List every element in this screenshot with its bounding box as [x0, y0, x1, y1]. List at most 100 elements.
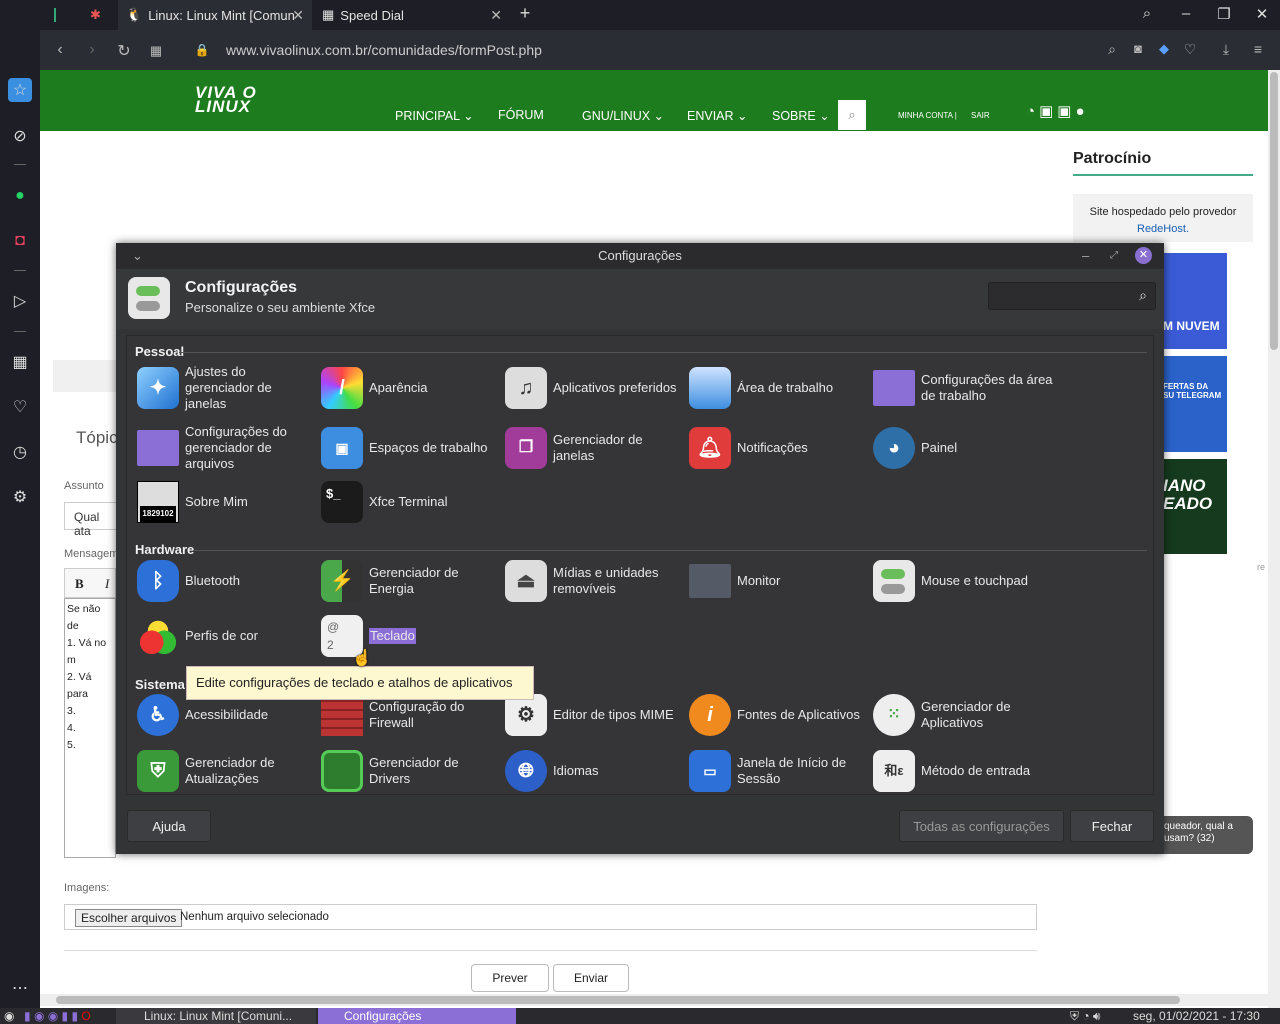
news-icon[interactable]: ⊘ — [8, 124, 32, 148]
item-monitor[interactable]: Monitor — [689, 557, 864, 605]
ad-banner-nuvem[interactable]: M NUVEM — [1163, 253, 1227, 349]
item-notificacoes[interactable]: 🔔︎ Notificações — [689, 424, 864, 472]
history-icon[interactable]: ◷ — [8, 440, 32, 464]
item-sobre-mim[interactable]: 1829102 Sobre Mim — [137, 478, 312, 526]
bold-button[interactable]: B — [75, 576, 84, 592]
ad-banner-ciano[interactable]: IANO EADO — [1163, 459, 1227, 554]
close-window-icon[interactable]: ✕ — [1250, 5, 1274, 23]
item-teclado[interactable]: @2 Teclado — [321, 612, 496, 660]
item-midias-removiveis[interactable]: ⏏ Mídias e unidades removíveis — [505, 557, 685, 605]
minha-conta-link[interactable]: MINHA CONTA | — [898, 111, 957, 120]
close-tab-icon[interactable]: ✕ — [490, 7, 502, 24]
item-xfce-terminal[interactable]: $_ Xfce Terminal — [321, 478, 496, 526]
item-perfis-de-cor[interactable]: Perfis de cor — [137, 612, 312, 660]
assunto-input[interactable]: Qual ata — [64, 502, 124, 538]
launcher-icons[interactable]: ▮ ◉ ◉ ▮ ▮ O — [24, 1008, 91, 1024]
player-icon[interactable]: ▷ — [8, 289, 32, 313]
menu-gnu-linux[interactable]: GNU/LINUX ⌄ — [582, 108, 664, 123]
item-fontes-aplicativos[interactable]: i Fontes de Aplicativos — [689, 691, 864, 739]
page-scrollbar-thumb[interactable] — [1270, 72, 1278, 350]
close-tab-icon[interactable]: ✕ — [292, 7, 304, 24]
prever-button[interactable]: Prever — [471, 964, 549, 992]
forward-icon[interactable]: › — [82, 41, 102, 59]
item-config-area-de-trabalho[interactable]: Configurações da área de trabalho — [873, 364, 1053, 412]
tab-speed-dial[interactable]: ▦ Speed Dial ✕ — [314, 0, 510, 30]
back-icon[interactable]: ‹ — [50, 41, 70, 59]
taskbar-window-settings[interactable]: Configurações — [318, 1008, 516, 1024]
tab-pinned-1[interactable] — [46, 0, 70, 30]
camera-icon[interactable]: ◙ — [1128, 41, 1148, 56]
minimize-icon[interactable]: – — [1174, 5, 1198, 22]
url-field[interactable]: www.vivaolinux.com.br/comunidades/formPo… — [226, 42, 542, 58]
item-bluetooth[interactable]: ᛒ Bluetooth — [137, 557, 312, 605]
item-gerenciador-de-janelas[interactable]: ❐ Gerenciador de janelas — [505, 424, 680, 472]
italic-button[interactable]: I — [105, 576, 109, 592]
reload-icon[interactable]: ↻ — [114, 41, 134, 61]
shield-icon[interactable]: ◆ — [1154, 41, 1174, 57]
social-icons[interactable]: ◔▣▣● — [1026, 102, 1089, 120]
tabs-icon[interactable]: ▦ — [8, 350, 32, 374]
all-settings-button[interactable]: Todas as configurações — [899, 810, 1064, 842]
speed-dial-icon[interactable]: ☆ — [8, 78, 32, 102]
site-search-icon[interactable]: ⌕ — [838, 100, 866, 130]
message-textarea[interactable]: Se não de 1. Vá no m 2. Vá para 3. 4. 5. — [64, 598, 116, 858]
close-button[interactable]: Fechar — [1070, 810, 1154, 842]
sair-link[interactable]: SAIR — [971, 111, 990, 120]
download-icon[interactable]: ⤓ — [1216, 41, 1236, 58]
search-tabs-icon[interactable]: ⌕ — [1135, 5, 1159, 22]
heart-icon[interactable]: ♡ — [1180, 41, 1200, 58]
tab-vivaolinux[interactable]: 🐧 Linux: Linux Mint [Comun ✕ — [118, 0, 312, 30]
redehost-link[interactable]: RedeHost. — [1073, 221, 1253, 238]
ad-banner-telegram[interactable]: FERTAS DA SU TELEGRAM — [1163, 356, 1227, 452]
menu-principal[interactable]: PRINCIPAL ⌄ — [395, 108, 474, 123]
settings-gear-icon[interactable]: ⚙ — [8, 485, 32, 509]
forum-question-bubble[interactable]: queador, qual a usam? (32) — [1158, 816, 1253, 854]
menu-enviar[interactable]: ENVIAR ⌄ — [687, 108, 748, 123]
rss-icon[interactable]: ◔ — [1026, 103, 1039, 120]
item-mouse-touchpad[interactable]: Mouse e touchpad — [873, 557, 1048, 605]
easy-setup-icon[interactable]: ≡ — [1248, 41, 1268, 57]
restore-dialog-icon[interactable]: ⤢ — [1110, 243, 1118, 269]
telegram-icon[interactable]: ● — [1075, 103, 1088, 120]
instagram-icon[interactable]: ◘ — [8, 229, 32, 253]
settings-search-input[interactable]: ⌕ — [988, 282, 1156, 310]
item-idiomas[interactable]: 🌐︎ Idiomas — [505, 747, 680, 795]
search-page-icon[interactable]: ⌕ — [1102, 41, 1122, 58]
item-area-de-trabalho[interactable]: Área de trabalho — [689, 364, 864, 412]
item-aparencia[interactable]: / Aparência — [321, 364, 496, 412]
facebook-icon[interactable]: ▣ — [1039, 103, 1057, 120]
mint-menu-icon[interactable]: ◉ — [4, 1008, 14, 1024]
close-dialog-icon[interactable]: ✕ — [1135, 247, 1152, 264]
more-icon[interactable]: ⋯ — [8, 976, 32, 1000]
site-logo[interactable]: VIVA O LINUX — [195, 84, 257, 115]
item-gerenciador-atualizacoes[interactable]: ⛨ Gerenciador de Atualizações — [137, 747, 312, 795]
item-janela-inicio-sessao[interactable]: ▭ Janela de Início de Sessão — [689, 747, 864, 795]
item-aplicativos-preferidos[interactable]: ♫ Aplicativos preferidos — [505, 364, 680, 412]
maximize-icon[interactable]: ❐ — [1212, 5, 1236, 23]
bookmarks-heart-icon[interactable]: ♡ — [8, 395, 32, 419]
new-tab-button[interactable]: + — [513, 3, 537, 24]
item-espacos-de-trabalho[interactable]: ▣ Espaços de trabalho — [321, 424, 496, 472]
menu-sobre[interactable]: SOBRE ⌄ — [772, 108, 830, 123]
enviar-button[interactable]: Enviar — [553, 964, 629, 992]
dialog-titlebar[interactable]: Configurações ⌄ – ⤢ ✕ — [116, 243, 1164, 269]
clock[interactable]: seg, 01/02/2021 - 17:30 — [1133, 1008, 1260, 1024]
item-gerenciador-de-energia[interactable]: ⚡ Gerenciador de Energia — [321, 557, 496, 605]
taskbar-window-browser[interactable]: Linux: Linux Mint [Comuni... — [116, 1008, 316, 1024]
tab-pinned-2[interactable]: ✱ — [82, 0, 110, 30]
choose-files-button[interactable]: Escolher arquivos — [75, 909, 183, 927]
item-config-gerenciador-arquivos[interactable]: Configurações do gerenciador de arquivos — [137, 424, 312, 472]
whatsapp-icon[interactable]: ● — [8, 184, 32, 208]
help-button[interactable]: Ajuda — [127, 810, 211, 842]
item-gerenciador-aplicativos[interactable]: ⁙ Gerenciador de Aplicativos — [873, 691, 1048, 739]
item-painel[interactable]: ◕ Painel — [873, 424, 1048, 472]
tabs-grid-icon[interactable]: ▦ — [146, 43, 166, 59]
twitter-icon[interactable]: ▣ — [1057, 103, 1075, 120]
tray-icons[interactable]: ⛨ ◔ 🔊︎ — [1070, 1008, 1100, 1024]
item-ajustes-gerenciador-janelas[interactable]: ✦ Ajustes do gerenciador de janelas — [137, 364, 312, 412]
item-gerenciador-drivers[interactable]: Gerenciador de Drivers — [321, 747, 496, 795]
window-menu-icon[interactable]: ⌄ — [132, 243, 143, 269]
horizontal-scrollbar-thumb[interactable] — [56, 996, 1180, 1004]
item-metodo-entrada[interactable]: 和ε Método de entrada — [873, 747, 1048, 795]
menu-forum[interactable]: FÓRUM — [498, 108, 544, 122]
